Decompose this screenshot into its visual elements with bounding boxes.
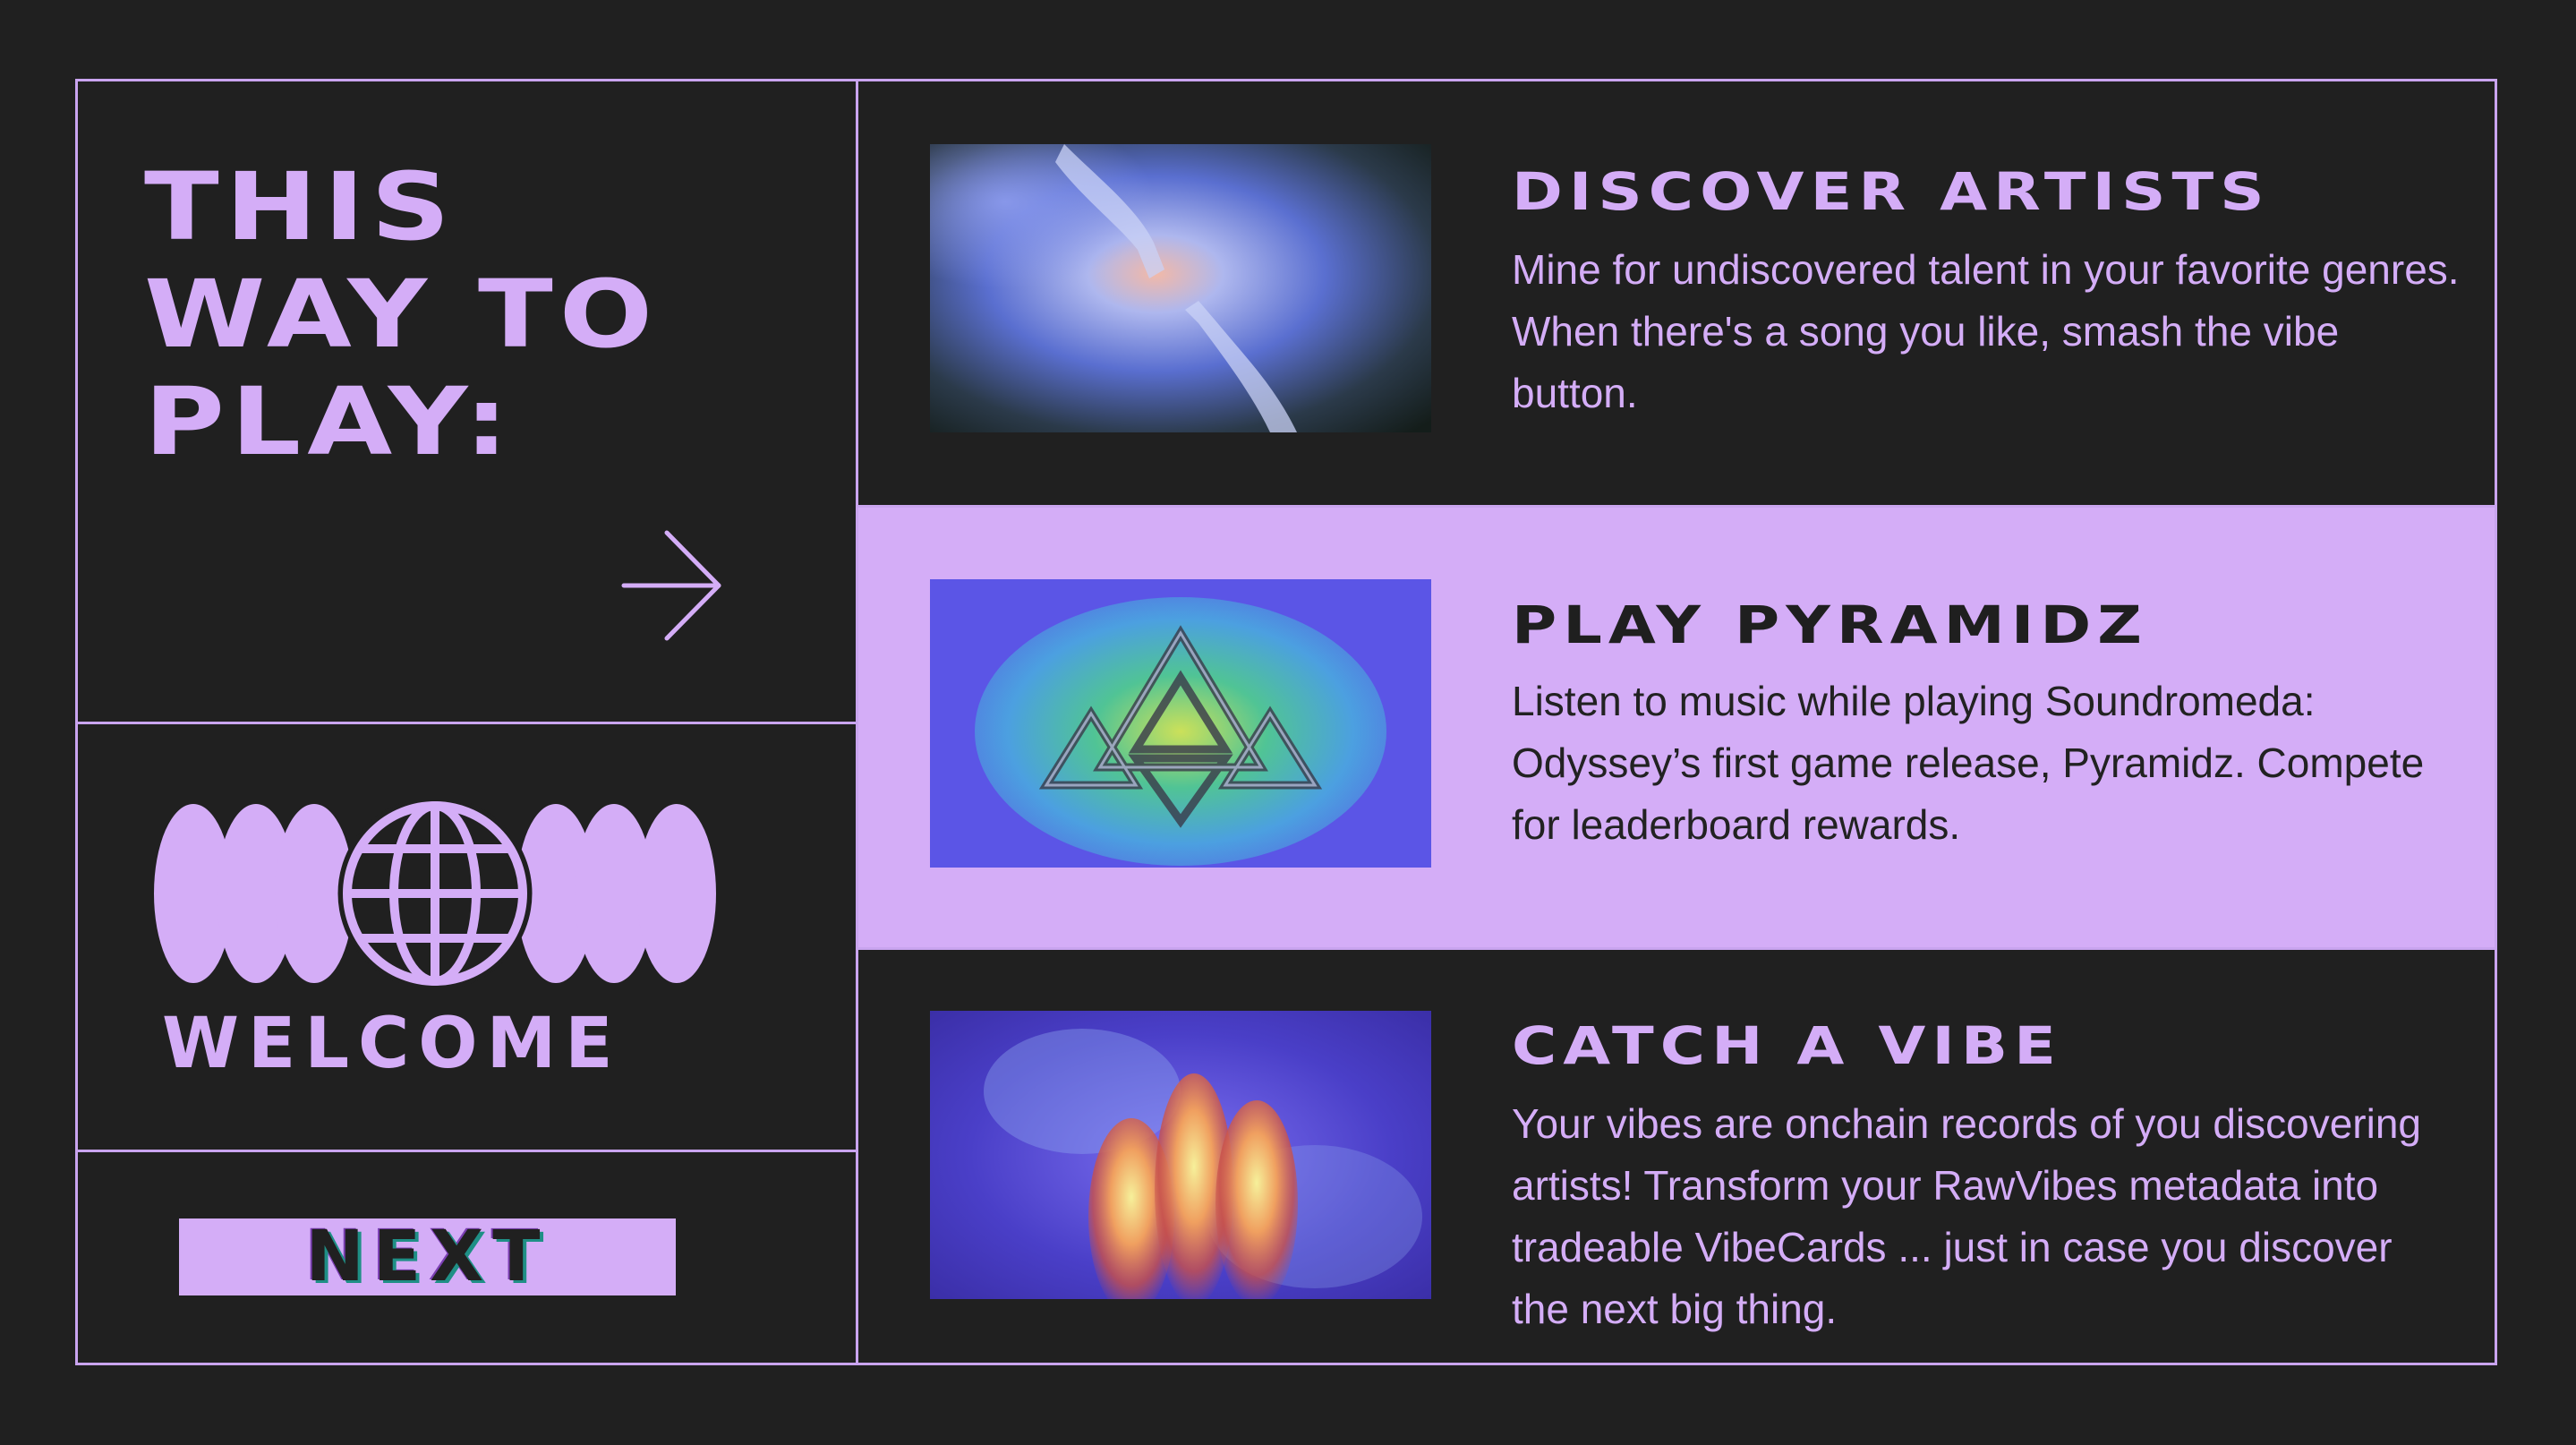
arrow-right-icon (621, 530, 721, 641)
pyramid-logo-art (930, 579, 1431, 868)
card-catch-a-vibe: CATCH A VIBE Your vibes are onchain reco… (858, 950, 2495, 1363)
divider-bottom (78, 1150, 856, 1152)
card-heading: PLAY PYRAMIDZ (1512, 594, 2149, 655)
card-heading: CATCH A VIBE (1512, 1015, 2063, 1076)
blurred-figures-image (930, 1011, 1431, 1299)
title-line-2: WAY TO (144, 260, 660, 369)
welcome-label: WELCOME (162, 1004, 622, 1084)
next-button[interactable]: NEXT (179, 1218, 676, 1295)
title-line-1: THIS (144, 152, 456, 261)
card-description: Your vibes are onchain records of you di… (1512, 1100, 2421, 1332)
slide-frame: THIS WAY TO PLAY: WELCOME NEXT DISCOVER … (75, 79, 2497, 1365)
page-title: THIS WAY TO PLAY: (144, 153, 659, 475)
globe-icon (154, 799, 716, 988)
next-button-label: NEXT (305, 1217, 550, 1297)
reaching-hands-image (930, 144, 1431, 432)
card-heading: DISCOVER ARTISTS (1512, 161, 2271, 222)
divider-top (78, 722, 856, 724)
blurred-figures-art (930, 1011, 1431, 1299)
left-panel: THIS WAY TO PLAY: WELCOME NEXT (78, 81, 856, 1363)
title-line-3: PLAY: (144, 367, 516, 476)
pyramid-logo-image (930, 579, 1431, 868)
card-description: Mine for undiscovered talent in your fav… (1512, 246, 2460, 416)
card-description: Listen to music while playing Soundromed… (1512, 678, 2425, 848)
card-discover-artists: DISCOVER ARTISTS Mine for undiscovered t… (858, 81, 2495, 505)
card-play-pyramidz: PLAY PYRAMIDZ Listen to music while play… (858, 508, 2495, 947)
reaching-hands-art (930, 144, 1431, 432)
